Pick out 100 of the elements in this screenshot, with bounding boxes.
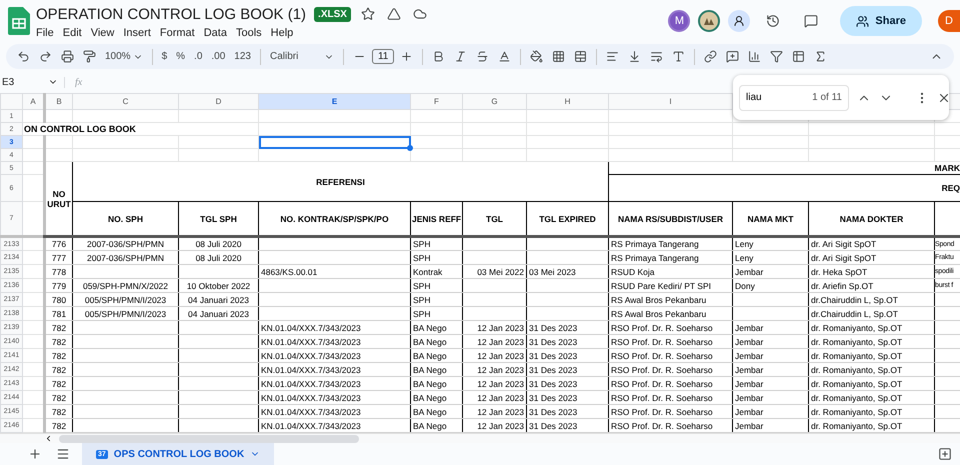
number-format[interactable]: 123 [231, 51, 254, 62]
column-header-cell: NO. KONTRAK/SP/SPK/PO [258, 202, 410, 236]
table-cell: 776 [44, 236, 72, 250]
table-cell: 005/SPH/PMN/I/2023 [72, 292, 178, 306]
table-cell: Jembar [732, 264, 808, 278]
column-header-cell: NO. SPH [72, 202, 178, 236]
active-cell[interactable] [258, 136, 410, 148]
table-cell: dr. Ari Sigit SpOT [808, 236, 934, 250]
table-cell: BA Nego [410, 334, 462, 348]
table-cell: 777 [44, 250, 72, 264]
table-cell: Jembar [732, 362, 808, 376]
name-box[interactable]: E3 [0, 76, 48, 88]
table-cell: 12 Jan 2023 [462, 376, 526, 390]
table-cell: 005/SPH/PMN/I/2023 [72, 306, 178, 320]
column-header-cell: TGL SPH [178, 202, 258, 236]
table-cell: 12 Jan 2023 [462, 320, 526, 334]
table-cell: Leny [732, 250, 808, 264]
increase-decimal[interactable]: .00 [208, 51, 228, 62]
column-header[interactable]: G [462, 94, 526, 110]
table-cell: 03 Mei 2022 [462, 264, 526, 278]
avatar[interactable]: M [668, 10, 690, 32]
table-cell: KN.01.04/XXX.7/343/2023 [258, 348, 410, 362]
column-header-cell: NO URUT [44, 162, 72, 236]
table-cell: Dony [732, 278, 808, 292]
column-header-cell: JENIS REFF [410, 202, 462, 236]
zoom-select[interactable]: 100% [102, 51, 146, 62]
table-cell: dr.Chairuddin L, Sp.OT [808, 292, 934, 306]
font-select[interactable]: Calibri [266, 51, 337, 62]
table-cell: 10 Oktober 2022 [178, 278, 258, 292]
document-title[interactable]: OPERATION CONTROL LOG BOOK (1) [36, 6, 306, 23]
table-cell: RS Awal Bros Pekanbaru [608, 292, 732, 306]
table-cell: dr.Chairuddin L, Sp.OT [808, 306, 934, 320]
table-cell: 782 [44, 320, 72, 334]
column-header[interactable]: B [44, 94, 72, 110]
table-cell: KN.01.04/XXX.7/343/2023 [258, 390, 410, 404]
table-cell: RSO Prof. Dr. R. Soeharso [608, 348, 732, 362]
table-cell: 782 [44, 348, 72, 362]
table-cell: 782 [44, 390, 72, 404]
table-cell: dr. Ari Sigit SpOT [808, 250, 934, 264]
table-cell: dr. Romaniyanto, Sp.OT [808, 376, 934, 390]
decrease-decimal[interactable]: .0 [191, 51, 206, 62]
column-header[interactable]: C [72, 94, 178, 110]
table-cell: 12 Jan 2023 [462, 348, 526, 362]
table-cell: RSO Prof. Dr. R. Soeharso [608, 334, 732, 348]
table-cell: Leny [732, 236, 808, 250]
table-cell: dr. Romaniyanto, Sp.OT [808, 348, 934, 362]
table-cell: Jembar [732, 320, 808, 334]
title-cell: ON CONTROL LOG BOOK [22, 122, 258, 136]
menu-item[interactable]: File [36, 27, 54, 40]
table-cell: RS Primaya Tangerang [608, 236, 732, 250]
table-cell: 03 Mei 2023 [526, 264, 608, 278]
column-header-cell: TGL EXPIRED [526, 202, 608, 236]
table-cell: 08 Juli 2020 [178, 236, 258, 250]
sheets-logo-icon[interactable] [8, 7, 30, 36]
menu-item[interactable]: Edit [62, 27, 82, 40]
presenter-icon[interactable] [728, 10, 750, 32]
table-cell: BA Nego [410, 376, 462, 390]
font-size-field[interactable]: 11 [372, 49, 394, 64]
table-cell: 779 [44, 278, 72, 292]
table-cell: 31 Des 2023 [526, 320, 608, 334]
table-cell: RSO Prof. Dr. R. Soeharso [608, 320, 732, 334]
menu-item[interactable]: View [90, 27, 114, 40]
table-cell: BA Nego [410, 390, 462, 404]
menu-item[interactable]: Help [270, 27, 294, 40]
column-header[interactable]: A [22, 94, 44, 110]
share-button[interactable]: Share [840, 6, 922, 36]
table-cell: Jembar [732, 334, 808, 348]
currency-format[interactable]: $ [158, 51, 170, 62]
scrollbar[interactable] [59, 434, 359, 442]
fill-handle[interactable] [407, 145, 413, 151]
table-cell: 08 Juli 2020 [178, 250, 258, 264]
column-header[interactable]: I [608, 94, 732, 110]
table-cell: RSO Prof. Dr. R. Soeharso [608, 390, 732, 404]
menu-item[interactable]: Tools [236, 27, 262, 40]
menu-item[interactable]: Format [160, 27, 195, 40]
group-header-cell: REFERENSI [72, 162, 608, 202]
percent-format[interactable]: % [173, 51, 188, 62]
table-cell: 780 [44, 292, 72, 306]
menu-item[interactable]: Insert [123, 27, 151, 40]
file-type-badge: .XLSX [314, 6, 351, 22]
table-cell: dr. Romaniyanto, Sp.OT [808, 362, 934, 376]
table-cell: Jembar [732, 404, 808, 418]
avatar-icon[interactable] [698, 10, 720, 32]
column-header-cell: NAMA DOKTER [808, 202, 934, 236]
column-header[interactable]: H [526, 94, 608, 110]
column-header[interactable]: D [178, 94, 258, 110]
table-cell: 2007-036/SPH/PMN [72, 236, 178, 250]
column-header-cell: NAMA MKT [732, 202, 808, 236]
table-cell: dr. Ariefin Sp.OT [808, 278, 934, 292]
find-field[interactable]: liau 1 of 11 [739, 84, 849, 110]
table-cell: RSUD Koja [608, 264, 732, 278]
column-header-cell: TGL [462, 202, 526, 236]
column-header[interactable]: F [410, 94, 462, 110]
menu-item[interactable]: Data [204, 27, 227, 40]
scroll-left-icon[interactable] [44, 434, 53, 443]
table-cell: BA Nego [410, 404, 462, 418]
table-cell: Jembar [732, 376, 808, 390]
table-cell: RSUD Pare Kediri/ PT SPI [608, 278, 732, 292]
column-header[interactable]: E [258, 94, 410, 110]
avatar[interactable]: D [938, 10, 960, 32]
